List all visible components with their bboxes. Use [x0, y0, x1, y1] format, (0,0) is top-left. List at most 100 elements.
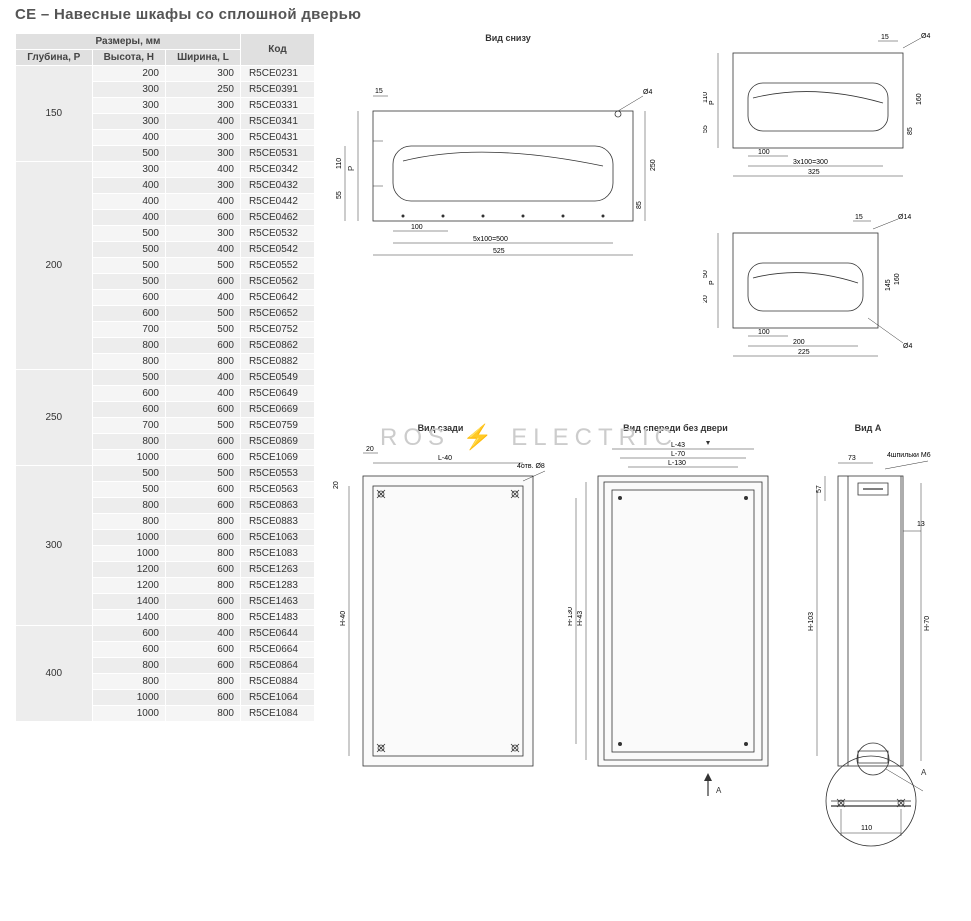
cell-width: 500 — [166, 322, 241, 338]
cell-height: 400 — [92, 210, 165, 226]
svg-text:Ø14: Ø14 — [898, 214, 911, 221]
cell-width: 600 — [166, 450, 241, 466]
cell-code: R5CE0752 — [240, 322, 314, 338]
cell-code: R5CE1069 — [240, 450, 314, 466]
cell-code: R5CE1064 — [240, 690, 314, 706]
table-header-height: Высота, H — [92, 50, 165, 66]
diagram-title-rear: Вид сзади — [333, 423, 548, 433]
cell-height: 800 — [92, 434, 165, 450]
cell-code: R5CE0342 — [240, 162, 314, 178]
cell-height: 300 — [92, 82, 165, 98]
cell-code: R5CE0649 — [240, 386, 314, 402]
svg-text:H-40: H-40 — [340, 611, 347, 626]
cell-width: 400 — [166, 370, 241, 386]
cell-height: 500 — [92, 274, 165, 290]
svg-text:5x100=500: 5x100=500 — [473, 236, 508, 243]
svg-text:15: 15 — [855, 214, 863, 221]
cell-width: 600 — [166, 498, 241, 514]
cell-height: 600 — [92, 386, 165, 402]
svg-text:P: P — [709, 280, 716, 285]
cell-height: 1200 — [92, 562, 165, 578]
diagram-title-view-a: Вид A — [803, 423, 933, 433]
cell-width: 500 — [166, 418, 241, 434]
cell-width: 400 — [166, 114, 241, 130]
page-title: CE – Навесные шкафы со сплошной дверью — [15, 6, 956, 23]
svg-text:55: 55 — [703, 125, 709, 133]
cell-width: 800 — [166, 514, 241, 530]
cell-height: 500 — [92, 482, 165, 498]
cell-width: 300 — [166, 178, 241, 194]
cell-width: 800 — [166, 706, 241, 722]
svg-text:85: 85 — [636, 201, 643, 209]
cell-height: 700 — [92, 322, 165, 338]
cell-height: 600 — [92, 642, 165, 658]
svg-text:P: P — [709, 100, 716, 105]
cell-code: R5CE0642 — [240, 290, 314, 306]
cell-width: 800 — [166, 610, 241, 626]
cell-width: 400 — [166, 242, 241, 258]
svg-text:100: 100 — [758, 329, 770, 336]
svg-text:Ø4: Ø4 — [921, 33, 930, 40]
cell-code: R5CE0391 — [240, 82, 314, 98]
cell-height: 1000 — [92, 530, 165, 546]
cell-height: 1000 — [92, 706, 165, 722]
cell-code: R5CE0432 — [240, 178, 314, 194]
cell-width: 400 — [166, 386, 241, 402]
cell-height: 300 — [92, 162, 165, 178]
cell-width: 600 — [166, 530, 241, 546]
table-header-code: Код — [240, 34, 314, 66]
cell-width: 600 — [166, 402, 241, 418]
cell-height: 800 — [92, 658, 165, 674]
svg-text:325: 325 — [808, 169, 820, 176]
svg-text:20: 20 — [333, 481, 340, 489]
svg-text:250: 250 — [650, 159, 657, 171]
svg-text:L-43: L-43 — [671, 442, 685, 449]
table-row: 150200300R5CE0231 — [16, 66, 315, 82]
cell-height: 800 — [92, 498, 165, 514]
svg-text:55: 55 — [336, 191, 343, 199]
diagram-rear: L-40 20 4отв. Ø8 H-40 20 — [333, 441, 548, 801]
cell-width: 600 — [166, 274, 241, 290]
cell-height: 800 — [92, 354, 165, 370]
cell-code: R5CE0462 — [240, 210, 314, 226]
cell-height: 500 — [92, 258, 165, 274]
svg-text:L-70: L-70 — [671, 451, 685, 458]
svg-text:145: 145 — [885, 279, 892, 291]
cell-code: R5CE0532 — [240, 226, 314, 242]
cell-height: 300 — [92, 98, 165, 114]
cell-width: 250 — [166, 82, 241, 98]
table-row: 400600400R5CE0644 — [16, 626, 315, 642]
cell-code: R5CE1263 — [240, 562, 314, 578]
svg-text:Ø4: Ø4 — [903, 343, 912, 350]
cell-height: 800 — [92, 514, 165, 530]
diagram-bottom-large: P 55 110 15 Ø4 250 85 — [333, 51, 683, 261]
cell-code: R5CE1083 — [240, 546, 314, 562]
svg-text:15: 15 — [881, 34, 889, 41]
cell-height: 1000 — [92, 546, 165, 562]
cell-height: 400 — [92, 194, 165, 210]
cell-width: 400 — [166, 626, 241, 642]
cell-code: R5CE0431 — [240, 130, 314, 146]
cell-width: 300 — [166, 130, 241, 146]
cell-depth: 300 — [16, 466, 93, 626]
cell-code: R5CE0442 — [240, 194, 314, 210]
svg-text:P: P — [347, 166, 356, 171]
cell-code: R5CE0759 — [240, 418, 314, 434]
cell-height: 500 — [92, 146, 165, 162]
cell-height: 200 — [92, 66, 165, 82]
cell-height: 400 — [92, 178, 165, 194]
cell-height: 1000 — [92, 690, 165, 706]
table-row: 200300400R5CE0342 — [16, 162, 315, 178]
svg-text:100: 100 — [758, 149, 770, 156]
svg-text:110: 110 — [861, 825, 872, 832]
cell-code: R5CE0882 — [240, 354, 314, 370]
cell-depth: 250 — [16, 370, 93, 466]
cell-width: 600 — [166, 434, 241, 450]
cell-code: R5CE0644 — [240, 626, 314, 642]
cell-height: 1200 — [92, 578, 165, 594]
cell-height: 600 — [92, 306, 165, 322]
cell-height: 800 — [92, 674, 165, 690]
cell-code: R5CE0884 — [240, 674, 314, 690]
cell-width: 600 — [166, 338, 241, 354]
cell-height: 500 — [92, 370, 165, 386]
